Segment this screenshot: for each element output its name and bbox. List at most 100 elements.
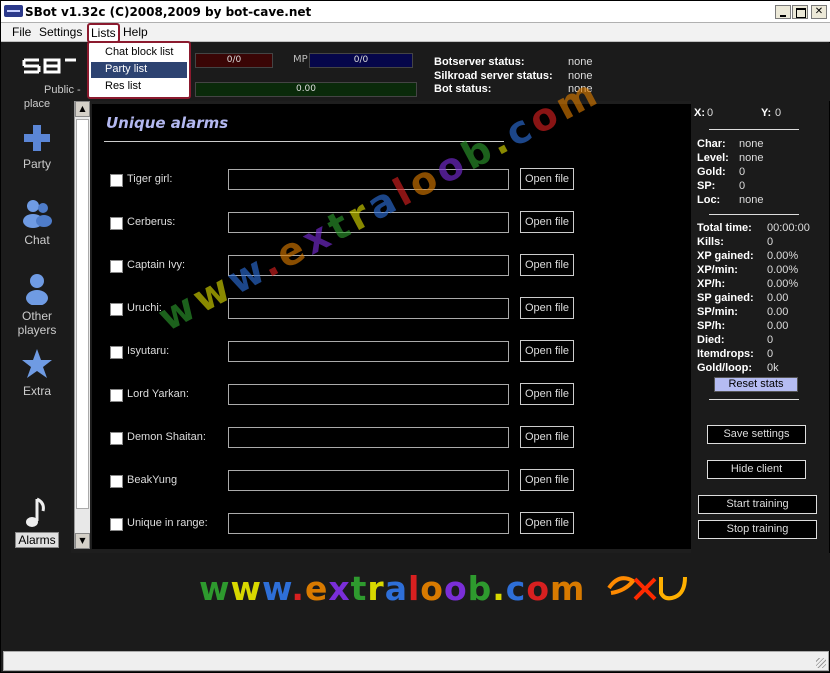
reset-stats-button[interactable]: Reset stats	[714, 377, 798, 392]
alarm-file-input[interactable]	[228, 212, 509, 233]
alarm-file-input[interactable]	[228, 255, 509, 276]
unique-alarms-panel: Unique alarms Tiger girl: Open file Cerber…	[92, 104, 691, 549]
alarm-file-input[interactable]	[228, 341, 509, 362]
alarm-checkbox[interactable]	[110, 303, 123, 316]
sidebar-scrollbar[interactable]: ▲ ▼	[74, 101, 90, 549]
menu-bar: File Settings Lists Help	[1, 23, 830, 43]
sidebar-item-chat[interactable]: Chat	[7, 197, 67, 247]
silkroad-status-value: none	[568, 70, 593, 82]
open-file-button[interactable]: Open file	[520, 512, 574, 534]
sidebar-item-other-players[interactable]: Other players	[7, 273, 67, 337]
stat-value: 0	[767, 334, 774, 346]
menu-settings[interactable]: Settings	[36, 25, 85, 39]
menu-item-party-list[interactable]: Party list	[91, 62, 187, 78]
alarm-checkbox[interactable]	[110, 475, 123, 488]
stat-label: Total time:	[697, 222, 752, 234]
start-training-button[interactable]: Start training	[698, 495, 817, 514]
hp-bar: 0/0	[195, 53, 273, 68]
sidebar-item-label: players	[17, 323, 57, 337]
loc-label: Loc:	[697, 194, 721, 206]
divider	[709, 214, 799, 215]
alarm-checkbox[interactable]	[110, 217, 123, 230]
alarm-row: BeakYung Open file	[110, 469, 580, 494]
bottom-area: www.extraloob.com	[1, 553, 830, 651]
scroll-up-icon[interactable]: ▲	[75, 101, 90, 117]
alarm-label: Captain Ivy:	[127, 259, 186, 271]
alarm-row: Uruchi: Open file	[110, 297, 580, 322]
sidebar-item-extra[interactable]: Extra	[7, 348, 67, 398]
stat-value: 0.00%	[767, 264, 799, 276]
open-file-button[interactable]: Open file	[520, 469, 574, 491]
stat-value: 0	[767, 348, 774, 360]
mp-label: MP	[293, 54, 308, 65]
alarm-checkbox[interactable]	[110, 518, 123, 531]
music-note-icon	[26, 497, 45, 527]
open-file-button[interactable]: Open file	[520, 168, 574, 190]
window-title: SBot v1.32c (C)2008,2009 by bot-cave.net	[25, 5, 312, 19]
close-icon[interactable]: ✕	[811, 5, 827, 19]
menu-help[interactable]: Help	[120, 25, 151, 39]
sidebar-item-alarms[interactable]: Alarms	[7, 497, 67, 548]
star-icon	[22, 349, 52, 378]
public-label: Public -	[44, 84, 81, 96]
stat-label: Itemdrops:	[697, 348, 754, 360]
sidebar-item-party[interactable]: Party	[7, 123, 67, 171]
open-file-button[interactable]: Open file	[520, 426, 574, 448]
gold-value: 0	[739, 166, 746, 178]
sidebar-item-label: Alarms	[15, 532, 59, 548]
menu-file[interactable]: File	[9, 25, 34, 39]
alarm-label: Demon Shaitan:	[127, 431, 206, 443]
menu-lists[interactable]: Lists	[87, 23, 120, 43]
stat-value: 0.00	[767, 320, 789, 332]
alarm-file-input[interactable]	[228, 169, 509, 190]
stat-label: XP/h:	[697, 278, 726, 290]
open-file-button[interactable]: Open file	[520, 383, 574, 405]
x-coordinate-value: 0	[707, 107, 714, 119]
stat-label: XP gained:	[697, 250, 754, 262]
menu-item-res-list[interactable]: Res list	[91, 79, 187, 95]
alarm-row: Captain Ivy: Open file	[110, 254, 580, 279]
level-value: none	[739, 152, 764, 164]
open-file-button[interactable]: Open file	[520, 340, 574, 362]
alarm-checkbox[interactable]	[110, 260, 123, 273]
open-file-button[interactable]: Open file	[520, 211, 574, 233]
sidebar-item-label: Party	[22, 157, 51, 171]
alarm-file-input[interactable]	[228, 470, 509, 491]
x-coordinate-label: X:	[694, 107, 705, 119]
scrollbar-thumb[interactable]	[76, 119, 89, 509]
alarm-checkbox[interactable]	[110, 432, 123, 445]
alarm-checkbox[interactable]	[110, 346, 123, 359]
alarm-label: Cerberus:	[127, 216, 176, 228]
sidebar-item-place[interactable]: place	[7, 98, 67, 110]
hide-client-button[interactable]: Hide client	[707, 460, 806, 479]
title-divider	[104, 141, 504, 142]
maximize-icon[interactable]	[792, 5, 808, 19]
open-file-button[interactable]: Open file	[520, 297, 574, 319]
alarm-checkbox[interactable]	[110, 174, 123, 187]
alarm-row: Isyutaru: Open file	[110, 340, 580, 365]
char-value: none	[739, 138, 764, 150]
stat-value: 0k	[767, 362, 779, 374]
title-bar: SBot v1.32c (C)2008,2009 by bot-cave.net…	[1, 1, 830, 23]
sidebar-item-label: Other	[21, 309, 52, 323]
alarm-label: Uruchi:	[127, 302, 162, 314]
alarm-row: Cerberus: Open file	[110, 211, 580, 236]
menu-item-chat-block-list[interactable]: Chat block list	[91, 45, 187, 61]
open-file-button[interactable]: Open file	[520, 254, 574, 276]
scroll-down-icon[interactable]: ▼	[75, 533, 90, 549]
alarm-file-input[interactable]	[228, 298, 509, 319]
alarm-file-input[interactable]	[228, 513, 509, 534]
minimize-icon[interactable]	[775, 5, 791, 19]
lists-dropdown: Chat block list Party list Res list	[87, 41, 191, 99]
save-settings-button[interactable]: Save settings	[707, 425, 806, 444]
alarm-file-input[interactable]	[228, 427, 509, 448]
stop-training-button[interactable]: Stop training	[698, 520, 817, 539]
alarm-checkbox[interactable]	[110, 389, 123, 402]
silkroad-status-label: Silkroad server status:	[434, 70, 553, 82]
sbot-window: SBot v1.32c (C)2008,2009 by bot-cave.net…	[0, 0, 830, 673]
stat-label: Died:	[697, 334, 725, 346]
alarm-file-input[interactable]	[228, 384, 509, 405]
y-coordinate-value: 0	[775, 107, 782, 119]
person-icon	[26, 274, 48, 305]
sidebar-item-label: Extra	[22, 384, 51, 398]
